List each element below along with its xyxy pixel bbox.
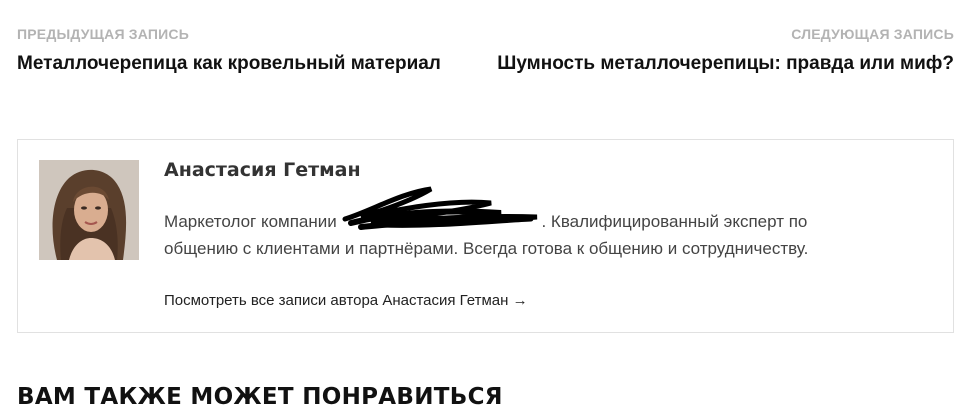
previous-post-label[interactable]: ПРЕДЫДУЩАЯ ЗАПИСЬ — [17, 26, 189, 42]
author-name: Анастасия Гетман — [164, 159, 361, 181]
related-posts-heading: ВАМ ТАКЖЕ МОЖЕТ ПОНРАВИТЬСЯ — [17, 384, 503, 410]
bio-text-end: . Квалифицированный эксперт по — [541, 212, 808, 231]
next-post-label[interactable]: СЛЕДУЮЩАЯ ЗАПИСЬ — [791, 26, 954, 42]
next-post-link[interactable]: Шумность металлочерепицы: правда или миф… — [497, 53, 954, 75]
author-bio-line-2: общению с клиентами и партнёрами. Всегда… — [164, 239, 809, 258]
author-bio: Маркетолог компании . Квалифицированный … — [164, 186, 924, 262]
author-bio-line-1: Маркетолог компании . Квалифицированный … — [164, 186, 924, 235]
author-box: Анастасия Гетман Маркетолог компании . К… — [17, 139, 954, 333]
redaction-scribble — [341, 186, 541, 230]
author-posts-link[interactable]: Посмотреть все записи автора Анастасия Г… — [164, 292, 528, 309]
bio-text-start: Маркетолог компании — [164, 212, 342, 231]
author-avatar[interactable] — [39, 160, 139, 260]
author-photo — [39, 160, 139, 260]
previous-post-link[interactable]: Металлочерепица как кровельный материал — [17, 53, 441, 75]
